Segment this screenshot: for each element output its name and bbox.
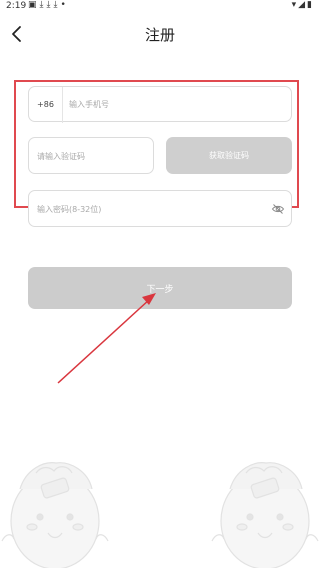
password-field xyxy=(28,190,292,228)
image-icon: ▣ xyxy=(28,0,40,10)
status-notification-icons: ▣⤓⤓⤓• xyxy=(28,0,69,10)
verification-code-field xyxy=(28,137,154,175)
phone-field: +86 xyxy=(28,86,292,123)
status-time: 2:19 xyxy=(6,1,27,11)
signal-icon: ◢ xyxy=(298,0,308,10)
battery-icon: ▮ xyxy=(307,0,314,10)
get-code-button[interactable]: 获取验证码 xyxy=(166,137,292,174)
verification-code-input[interactable] xyxy=(37,138,147,175)
status-right-icons: ▾◢▮ xyxy=(292,0,314,10)
top-bar: 注册 xyxy=(0,18,320,50)
phone-input[interactable] xyxy=(69,87,279,121)
page-title: 注册 xyxy=(144,26,175,44)
download-icon: ⤓ xyxy=(39,0,47,10)
country-code[interactable]: +86 xyxy=(29,87,63,123)
eye-hidden-icon[interactable] xyxy=(271,202,285,216)
password-input[interactable] xyxy=(37,191,257,228)
dot-icon: • xyxy=(60,0,69,10)
mascot-illustration xyxy=(1,462,109,568)
status-bar: 2:19 ▣⤓⤓⤓• ▾◢▮ xyxy=(0,0,320,14)
next-step-button[interactable]: 下一步 xyxy=(28,267,292,309)
mascot-illustration xyxy=(211,462,319,568)
